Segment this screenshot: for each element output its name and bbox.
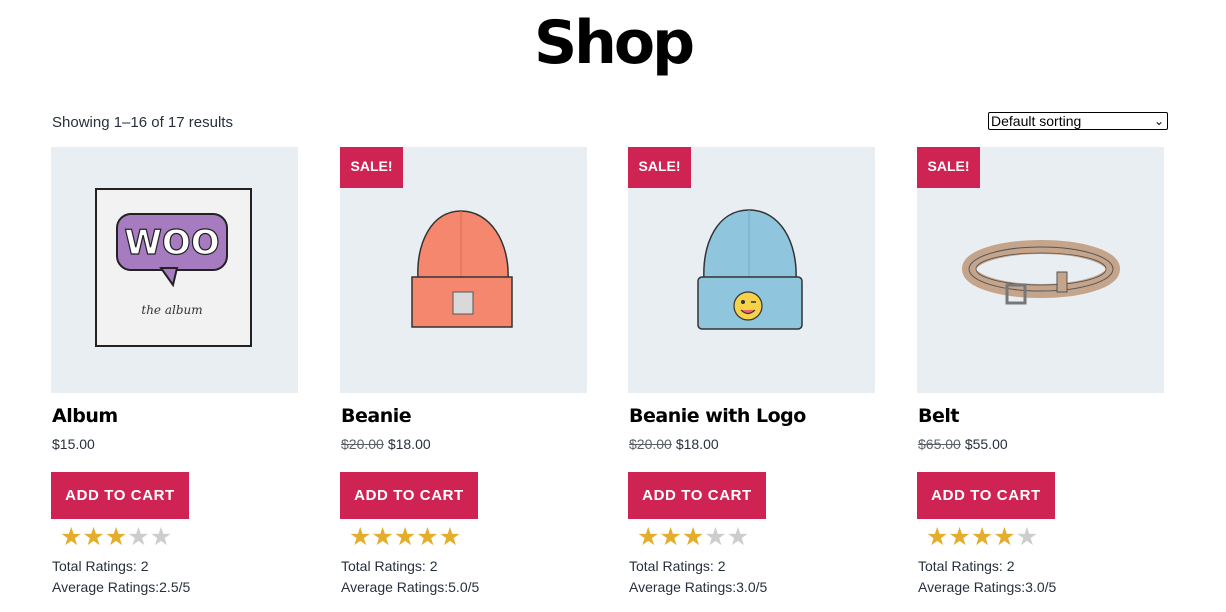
price-amount: $15.00	[52, 436, 95, 452]
average-ratings: Average Ratings:5.0/5	[341, 579, 480, 595]
chevron-down-icon: ⌄	[1153, 114, 1164, 128]
sale-badge: SALE!	[340, 147, 403, 188]
product-card: SALE! Beanie with Logo $20.00 $18.00 ADD …	[628, 147, 875, 595]
star-filled-icon: ★	[371, 523, 394, 551]
sale-price: $18.00	[387, 436, 431, 452]
star-filled-icon: ★	[948, 523, 971, 551]
result-count: Showing 1–16 of 17 results	[52, 114, 233, 131]
star-empty-icon: ★	[127, 523, 150, 551]
regular-price: $65.00	[918, 436, 961, 452]
add-to-cart-button[interactable]: ADD TO CART	[340, 472, 478, 519]
add-to-cart-button[interactable]: ADD TO CART	[628, 472, 766, 519]
star-rating: ★★★★★	[349, 522, 461, 552]
star-filled-icon: ★	[393, 523, 417, 551]
regular-price: $20.00	[629, 436, 672, 452]
sorting-selected-value: Default sorting	[991, 113, 1082, 129]
album-logo-text: WOO	[124, 223, 219, 263]
star-empty-icon: ★	[726, 523, 750, 551]
star-filled-icon: ★	[970, 523, 994, 551]
sale-badge: SALE!	[917, 147, 980, 188]
star-filled-icon: ★	[82, 523, 105, 551]
total-ratings: Total Ratings: 2	[918, 558, 1015, 574]
product-image[interactable]: SALE!	[340, 147, 587, 393]
star-filled-icon: ★	[659, 523, 682, 551]
product-card: WOO the album Album $15.00 ADD TO CART ★…	[51, 147, 298, 595]
add-to-cart-button[interactable]: ADD TO CART	[51, 472, 189, 519]
average-ratings: Average Ratings:2.5/5	[52, 579, 191, 595]
star-filled-icon: ★	[993, 523, 1016, 551]
star-filled-icon: ★	[104, 523, 128, 551]
product-card: SALE! Belt $65.00 $55.00 ADD TO CART ★★★★…	[917, 147, 1164, 595]
regular-price: $20.00	[341, 436, 384, 452]
average-ratings: Average Ratings:3.0/5	[629, 579, 768, 595]
album-caption-text: the album	[141, 303, 202, 317]
product-price: $65.00 $55.00	[918, 436, 1008, 452]
star-filled-icon: ★	[60, 523, 83, 551]
product-title[interactable]: Album	[52, 405, 118, 427]
sorting-select[interactable]: Default sorting ⌄	[988, 112, 1168, 130]
product-image[interactable]: SALE!	[917, 147, 1164, 393]
star-rating: ★★★★★	[926, 522, 1038, 552]
total-ratings: Total Ratings: 2	[341, 558, 438, 574]
star-rating: ★★★★★	[60, 522, 172, 552]
star-filled-icon: ★	[349, 523, 372, 551]
star-filled-icon: ★	[926, 523, 949, 551]
average-ratings: Average Ratings:3.0/5	[918, 579, 1057, 595]
product-title[interactable]: Beanie with Logo	[629, 405, 806, 427]
star-empty-icon: ★	[1015, 523, 1039, 551]
total-ratings: Total Ratings: 2	[52, 558, 149, 574]
star-empty-icon: ★	[704, 523, 727, 551]
product-card: SALE! Beanie $20.00 $18.00 ADD TO CART ★★…	[340, 147, 587, 595]
sale-price: $18.00	[675, 436, 719, 452]
sale-badge: SALE!	[628, 147, 691, 188]
star-filled-icon: ★	[681, 523, 705, 551]
total-ratings: Total Ratings: 2	[629, 558, 726, 574]
sale-price: $55.00	[964, 436, 1008, 452]
star-filled-icon: ★	[416, 523, 439, 551]
album-illustration: WOO the album	[95, 188, 252, 347]
product-price: $20.00 $18.00	[341, 436, 431, 452]
star-empty-icon: ★	[149, 523, 173, 551]
product-price: $20.00 $18.00	[629, 436, 719, 452]
product-title[interactable]: Belt	[918, 405, 959, 427]
add-to-cart-button[interactable]: ADD TO CART	[917, 472, 1055, 519]
star-filled-icon: ★	[438, 523, 462, 551]
page-title: Shop	[533, 8, 695, 78]
product-price: $15.00	[52, 436, 95, 452]
product-image[interactable]: SALE!	[628, 147, 875, 393]
product-title[interactable]: Beanie	[341, 405, 412, 427]
star-filled-icon: ★	[637, 523, 660, 551]
product-image[interactable]: WOO the album	[51, 147, 298, 393]
star-rating: ★★★★★	[637, 522, 749, 552]
